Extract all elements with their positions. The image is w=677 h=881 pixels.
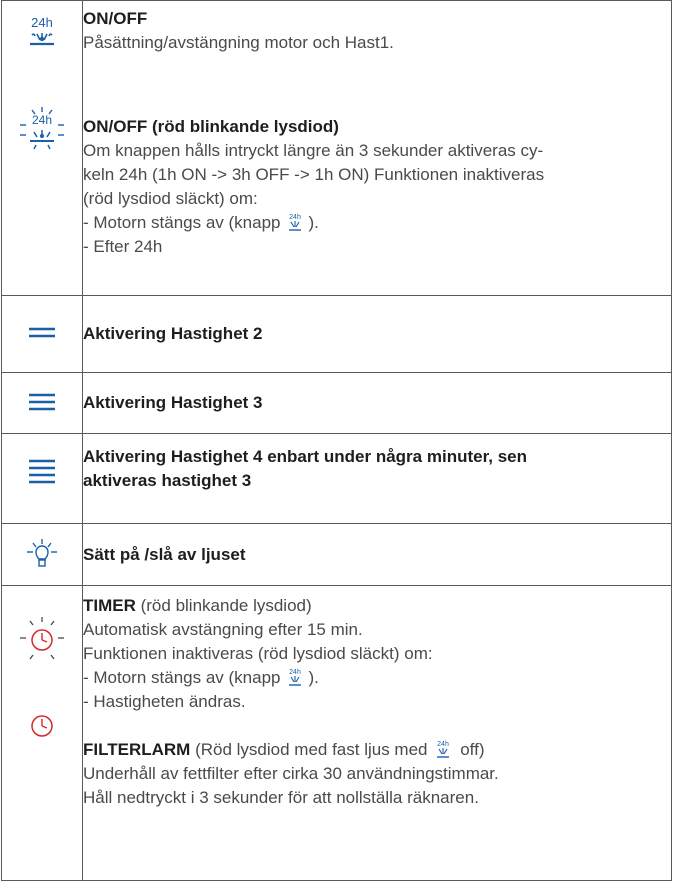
speed4-label-1: Aktivering Hastighet 4 enbart under någr… — [83, 447, 527, 466]
timer-line-1: Automatisk avstängning efter 15 min. — [83, 620, 363, 639]
light-text-cell: Sätt på /slå av ljuset — [82, 523, 672, 586]
speed-4-lines-icon — [29, 459, 55, 484]
timer-line-2: Funktionen inaktiveras (röd lysdiod släc… — [83, 644, 433, 663]
row-light: Sätt på /slå av ljuset — [1, 523, 672, 586]
row-onoff: 24h 24h ON/OFF Påsättning/avstängning mo… — [1, 0, 672, 296]
speed2-label: Aktivering Hastighet 2 — [83, 324, 263, 343]
speed4-label-2: aktiveras hastighet 3 — [83, 471, 252, 490]
filter-heading: FILTERLARM (Röd lysdiod med fast ljus me… — [83, 738, 671, 762]
speed4-icon-cell — [1, 433, 83, 524]
timer-icon-cell — [1, 585, 83, 881]
light-label: Sätt på /slå av ljuset — [83, 544, 246, 564]
timer-line-3a: - Motorn stängs av (knapp — [83, 668, 281, 687]
speed3-icon-cell — [1, 372, 83, 434]
timer-title: TIMER — [83, 596, 136, 615]
speed-2-lines-icon — [29, 327, 55, 338]
onoff-blink-line-3: (röd lysdiod släckt) om: — [83, 189, 258, 208]
onoff-blink-line-4b: ). — [308, 213, 319, 232]
timer-text-cell: TIMER (röd blinkande lysdiod) Automatisk… — [82, 585, 672, 881]
fan-24h-inline-icon: 24h — [289, 214, 302, 231]
filter-suffix-b: off) — [455, 740, 485, 759]
svg-text:24h: 24h — [290, 214, 302, 221]
filter-line-2: Håll nedtryckt i 3 sekunder för att noll… — [83, 788, 479, 807]
onoff-description: Påsättning/avstängning motor och Hast1. — [83, 33, 394, 52]
svg-text:24h: 24h — [437, 741, 449, 748]
onoff-icon-cell: 24h 24h — [1, 0, 83, 296]
timer-title-suffix: (röd blinkande lysdiod) — [135, 596, 312, 615]
onoff-blink-line-4a: - Motorn stängs av (knapp — [83, 213, 281, 232]
filter-line-1: Underhåll av fettfilter efter cirka 30 a… — [83, 764, 499, 783]
timer-line-4: - Hastigheten ändras. — [83, 692, 246, 711]
filter-title: FILTERLARM — [83, 740, 191, 759]
onoff-text-cell: ON/OFF Påsättning/avstängning motor och … — [82, 0, 672, 296]
fan-24h-inline-icon: 24h — [289, 669, 302, 686]
svg-text:24h: 24h — [290, 669, 302, 676]
function-table: 24h 24h ON/OFF Påsättning/avstängning mo… — [1, 0, 672, 881]
speed3-text-cell: Aktivering Hastighet 3 — [82, 372, 672, 434]
fan-24h-blinking-icon: 24h — [20, 107, 64, 150]
speed-3-lines-icon — [29, 393, 55, 411]
speed3-label: Aktivering Hastighet 3 — [83, 393, 263, 412]
timer-blinking-icon — [20, 617, 64, 660]
fan-24h-icon: 24h — [30, 15, 54, 46]
row-speed3: Aktivering Hastighet 3 — [1, 372, 672, 434]
onoff-blink-line-2: keln 24h (1h ON -> 3h OFF -> 1h ON) Funk… — [83, 165, 545, 184]
row-speed2: Aktivering Hastighet 2 — [1, 295, 672, 373]
onoff-blink-title: ON/OFF (röd blinkande lysdiod) — [83, 117, 339, 136]
onoff-blink-line-1: Om knappen hålls intryckt längre än 3 se… — [83, 141, 544, 160]
row-timer: TIMER (röd blinkande lysdiod) Automatisk… — [1, 585, 672, 881]
speed2-text-cell: Aktivering Hastighet 2 — [82, 295, 672, 373]
timer-line-3: - Motorn stängs av (knapp 24h). — [83, 666, 671, 690]
timer-heading: TIMER (röd blinkande lysdiod) — [83, 594, 671, 618]
row-speed4: Aktivering Hastighet 4 enbart under någr… — [1, 433, 672, 524]
timer-line-3b: ). — [308, 668, 319, 687]
speed4-text-cell: Aktivering Hastighet 4 enbart under någr… — [82, 433, 672, 524]
svg-text:24h: 24h — [32, 113, 52, 127]
svg-text:24h: 24h — [31, 15, 53, 30]
lamp-icon — [27, 539, 57, 567]
fan-24h-inline-icon: 24h — [436, 741, 449, 758]
timer-icon — [31, 715, 53, 737]
light-icon-cell — [1, 523, 83, 586]
onoff-title: ON/OFF — [83, 9, 148, 28]
onoff-blink-line-5: - Efter 24h — [83, 237, 163, 256]
onoff-blink-line-4: - Motorn stängs av (knapp 24h). — [83, 211, 671, 235]
filter-suffix-a: (Röd lysdiod med fast ljus med — [190, 740, 428, 759]
speed2-icon-cell — [1, 295, 83, 373]
